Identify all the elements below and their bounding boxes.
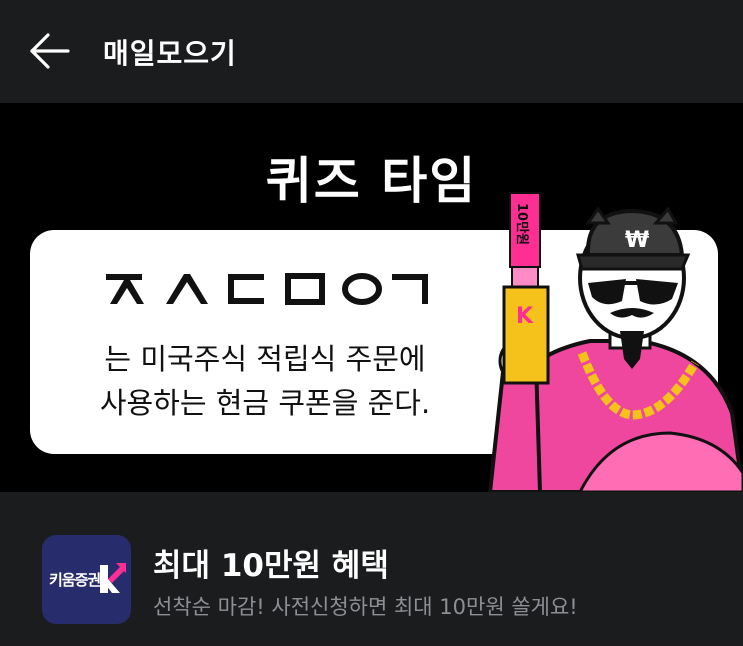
kiwoom-logo: 키움증권 [42,535,131,624]
quiz-banner[interactable]: 퀴즈 타임 는 미국주식 적립식 주문에 사용하는 현금 쿠폰을 준다. ₩ 1… [0,103,743,492]
ticket-label: 10만원 [514,203,530,245]
mascot-illustration: ₩ 10만원 K [470,183,743,492]
page: 매일모으기 퀴즈 타임 는 미국주식 적립식 주문에 사용하는 현금 쿠폰을 준… [0,0,743,646]
page-title: 매일모으기 [103,37,237,70]
quiz-line-1: 는 미국주식 적립식 주문에 [104,342,426,376]
promo-title: 최대 10만원 혜택 [153,548,389,584]
arrow-left-icon [30,33,70,69]
svg-text:K: K [516,304,534,329]
svg-text:₩: ₩ [625,228,649,253]
top-app-bar: 매일모으기 [0,0,743,103]
back-button[interactable] [26,30,72,72]
promo-subtitle: 선착순 마감! 사전신청하면 최대 10만원 쏠게요! [153,595,578,619]
logo-text: 키움증권 [49,571,101,589]
promo-item[interactable]: 키움증권 최대 10만원 혜택 선착순 마감! 사전신청하면 최대 10만원 쏠… [0,492,743,646]
quiz-consonants [104,272,430,306]
consonant-hint-graphic [106,273,428,305]
quiz-line-2: 사용하는 현금 쿠폰을 준다. [99,386,431,420]
kiwoom-k-icon [100,563,126,593]
